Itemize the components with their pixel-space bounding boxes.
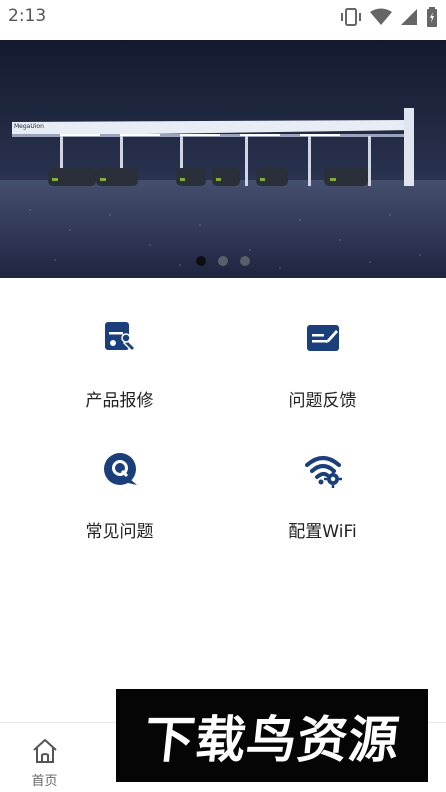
feature-faq[interactable]: 常见问题 (8, 431, 231, 561)
tab-home[interactable]: 首页 (0, 723, 89, 792)
wifi-config-icon (304, 456, 342, 488)
banner-image: MegaUion (0, 40, 446, 278)
feature-label: 产品报修 (85, 391, 154, 411)
signal-icon (401, 9, 417, 25)
status-time: 2:13 (8, 6, 47, 26)
feature-label: 常见问题 (85, 522, 154, 542)
banner-carousel[interactable]: MegaUion (0, 40, 446, 278)
wifi-icon (370, 8, 392, 25)
vibrate-icon (341, 8, 361, 26)
banner-brand-text: MegaUion (14, 123, 44, 130)
carousel-dot[interactable] (218, 256, 228, 266)
faq-icon (103, 453, 137, 485)
status-icons (340, 7, 438, 27)
battery-icon (427, 7, 437, 27)
feature-config-wifi[interactable]: 配置WiFi (211, 431, 434, 561)
home-icon (32, 739, 57, 763)
carousel-dot[interactable] (196, 256, 206, 266)
feature-label: 问题反馈 (288, 391, 357, 411)
status-bar: 2:13 (0, 0, 446, 34)
feedback-icon (306, 325, 339, 351)
feature-label: 配置WiFi (288, 522, 357, 542)
tab-label: 首页 (31, 774, 58, 789)
watermark-text: 下载鸟资源 (141, 710, 403, 769)
feature-problem-feedback[interactable]: 问题反馈 (211, 300, 434, 430)
carousel-dot[interactable] (240, 256, 250, 266)
carousel-dots (0, 256, 446, 266)
repair-icon (104, 322, 136, 353)
watermark: 下载鸟资源 (116, 689, 428, 782)
feature-product-repair[interactable]: 产品报修 (8, 300, 231, 430)
